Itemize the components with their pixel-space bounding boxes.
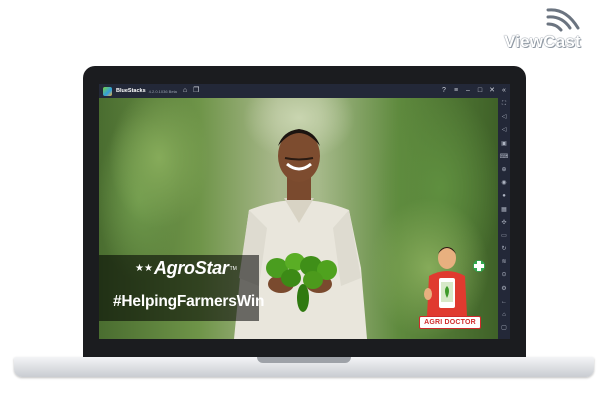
trademark: TM bbox=[229, 265, 237, 272]
location-icon[interactable]: ⊙ bbox=[498, 269, 510, 282]
stars-icon: ★★ bbox=[135, 263, 153, 274]
multi-instance-icon[interactable]: ❐ bbox=[193, 84, 199, 98]
app-name: BlueStacks bbox=[116, 88, 146, 94]
broadcast-waves-icon bbox=[546, 8, 580, 32]
app-version: 4.2.0.1036 Beta bbox=[148, 88, 177, 94]
record-icon[interactable]: ● bbox=[498, 190, 510, 203]
help-icon[interactable]: ? bbox=[438, 84, 450, 98]
recent-apps-icon[interactable]: ▢ bbox=[498, 322, 510, 335]
back-icon[interactable]: ← bbox=[498, 296, 510, 309]
macro-icon[interactable]: ✣ bbox=[498, 217, 510, 230]
expand-icon[interactable]: « bbox=[498, 84, 510, 98]
app-content[interactable]: ★★ AgroStar TM #HelpingFarmersWin AGRI D… bbox=[99, 98, 498, 339]
bluestacks-logo-icon bbox=[103, 86, 112, 96]
install-apk-icon[interactable]: ⊕ bbox=[498, 164, 510, 177]
menu-icon[interactable]: ≡ bbox=[450, 84, 462, 98]
shake-icon[interactable]: ≋ bbox=[498, 256, 510, 269]
home-icon[interactable]: ⌂ bbox=[498, 309, 510, 322]
laptop-notch bbox=[257, 357, 351, 363]
agrostar-logo: ★★ AgroStar TM bbox=[135, 258, 237, 279]
campaign-hashtag: #HelpingFarmersWin bbox=[113, 293, 265, 310]
viewcast-watermark: ViewCast bbox=[500, 6, 596, 51]
fullscreen-icon[interactable]: ⛶ bbox=[498, 98, 510, 111]
gamepad-icon[interactable]: ▦ bbox=[498, 204, 510, 217]
home-icon[interactable]: ⌂ bbox=[183, 84, 187, 98]
agri-doctor-label[interactable]: AGRI DOCTOR bbox=[419, 316, 481, 329]
folder-icon[interactable]: ▭ bbox=[498, 230, 510, 243]
side-toolbar: ⛶ ◁ ◁ ▣ ⌨ ⊕ ◉ ● ▦ ✣ ▭ ↻ ≋ ⊙ ⚙ ← ⌂ ▢ bbox=[498, 98, 510, 339]
viewcast-text: ViewCast bbox=[504, 32, 581, 51]
screenshot-icon[interactable]: ◉ bbox=[498, 177, 510, 190]
minimize-icon[interactable]: – bbox=[462, 84, 474, 98]
maximize-icon[interactable]: □ bbox=[474, 84, 486, 98]
volume-up-icon[interactable]: ◁ bbox=[498, 111, 510, 124]
rotate-icon[interactable]: ↻ bbox=[498, 243, 510, 256]
keyboard-icon[interactable]: ⌨ bbox=[498, 151, 510, 164]
keymapping-icon[interactable]: ▣ bbox=[498, 138, 510, 151]
brand-name: AgroStar bbox=[153, 258, 229, 278]
volume-down-icon[interactable]: ◁ bbox=[498, 124, 510, 137]
title-bar: BlueStacks 4.2.0.1036 Beta ⌂ ❐ ? ≡ – □ ✕… bbox=[99, 84, 510, 98]
bluestacks-window: BlueStacks 4.2.0.1036 Beta ⌂ ❐ ? ≡ – □ ✕… bbox=[99, 84, 510, 339]
settings-icon[interactable]: ⚙ bbox=[498, 283, 510, 296]
close-icon[interactable]: ✕ bbox=[486, 84, 498, 98]
